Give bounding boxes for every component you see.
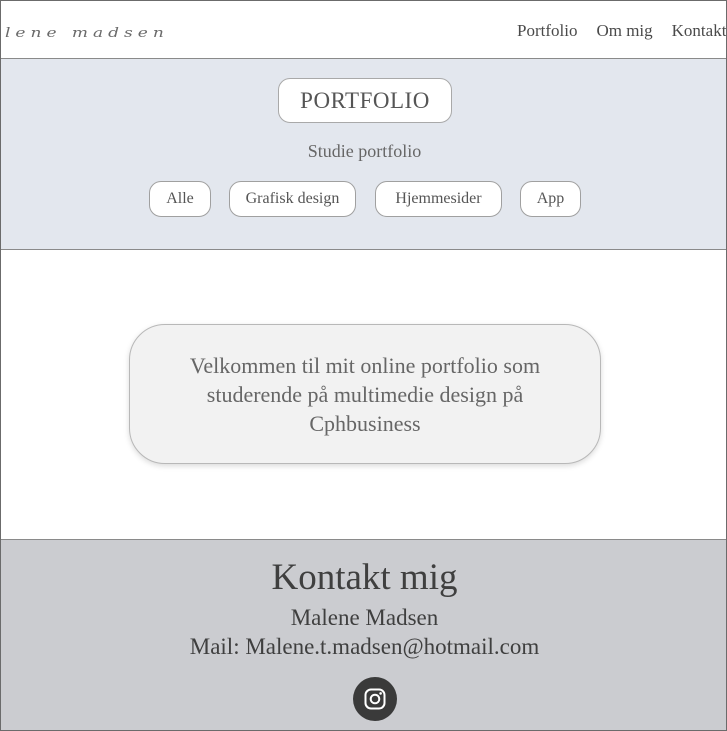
page-subtitle: Studie portfolio xyxy=(307,141,422,161)
portfolio-hero: PORTFOLIO Studie portfolio Alle Grafisk … xyxy=(1,59,726,250)
welcome-text: Velkommen til mit online portfolio som s… xyxy=(189,352,541,436)
site-header: lene madsen Portfolio Om mig Kontakt xyxy=(1,1,726,59)
contact-title: Kontakt mig xyxy=(271,557,458,598)
nav-link-portfolio[interactable]: Portfolio xyxy=(517,21,577,41)
filter-button-alle[interactable]: Alle xyxy=(149,181,211,217)
contact-email[interactable]: Mail: Malene.t.madsen@hotmail.com xyxy=(1,634,726,660)
main-nav: Portfolio Om mig Kontakt xyxy=(517,21,726,41)
filter-button-app[interactable]: App xyxy=(520,181,581,217)
contact-name: Malene Madsen xyxy=(290,605,439,630)
page-title: PORTFOLIO xyxy=(278,78,452,123)
nav-link-om-mig[interactable]: Om mig xyxy=(596,21,652,41)
site-logo[interactable]: lene madsen xyxy=(5,26,169,41)
filter-bar: Alle Grafisk design Hjemmesider App xyxy=(1,181,726,217)
filter-button-grafisk-design[interactable]: Grafisk design xyxy=(229,181,356,217)
welcome-card: Velkommen til mit online portfolio som s… xyxy=(129,324,601,464)
filter-button-hjemmesider[interactable]: Hjemmesider xyxy=(375,181,502,217)
contact-footer: Kontakt mig Malene Madsen Mail: Malene.t… xyxy=(1,539,726,730)
nav-link-kontakt[interactable]: Kontakt xyxy=(672,21,726,41)
instagram-icon[interactable] xyxy=(353,677,397,721)
page-frame: lene madsen Portfolio Om mig Kontakt POR… xyxy=(0,0,727,731)
main-content: Velkommen til mit online portfolio som s… xyxy=(1,250,726,539)
